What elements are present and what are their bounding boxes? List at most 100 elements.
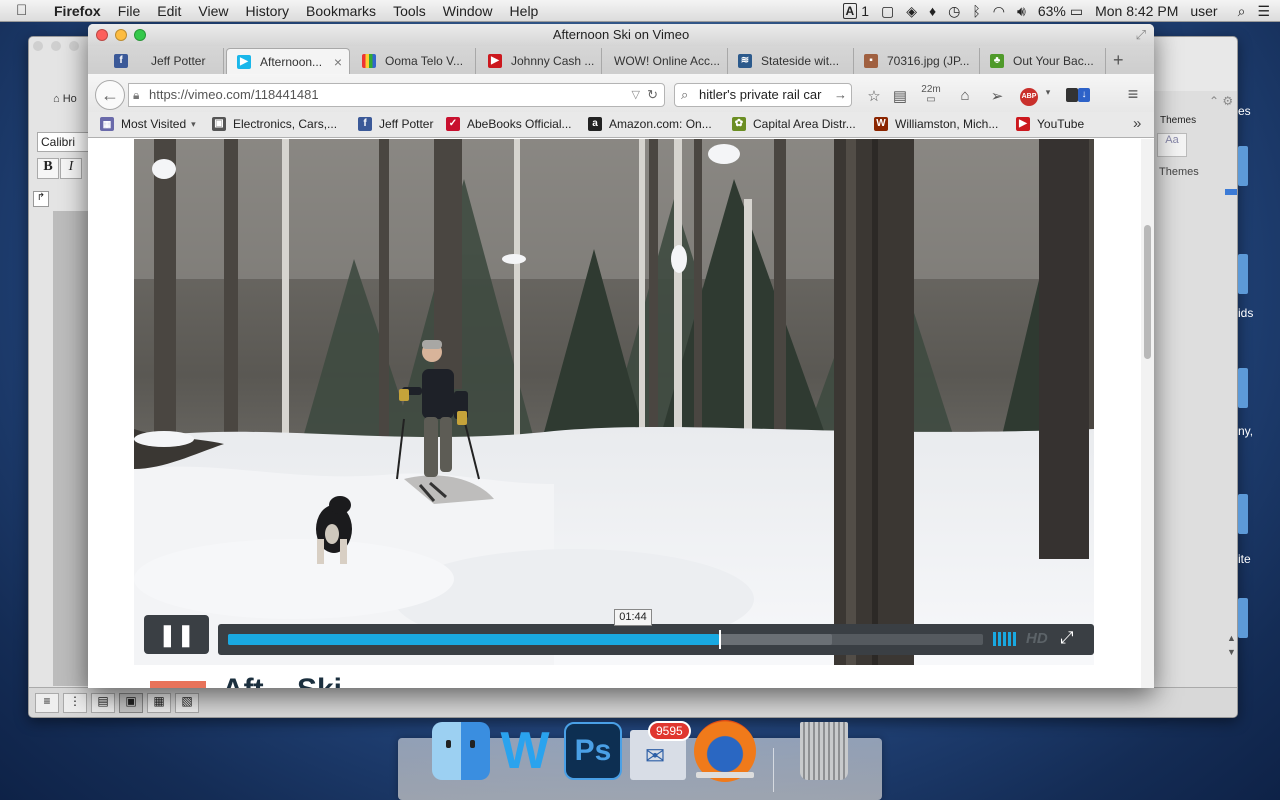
- menu-icon[interactable]: ≡: [1123, 84, 1143, 105]
- url-history-dropdown-icon[interactable]: ▽: [632, 84, 640, 106]
- home-icon[interactable]: ⌂: [955, 87, 975, 104]
- page-scrollbar-thumb[interactable]: [1144, 225, 1151, 359]
- menu-file[interactable]: File: [118, 3, 141, 19]
- layers-icon[interactable]: ◈: [906, 3, 917, 20]
- tab-out-your-back[interactable]: ♣ Out Your Bac...: [982, 48, 1106, 74]
- bookmarks-overflow-button[interactable]: »: [1133, 115, 1141, 132]
- pause-button[interactable]: ❚❚: [144, 615, 209, 654]
- title-bar[interactable]: Afternoon Ski on Vimeo ⤢: [88, 24, 1154, 46]
- reader-icon[interactable]: ▤: [890, 87, 910, 105]
- wifi-icon[interactable]: ◠: [993, 3, 1005, 20]
- bookmark-williamston[interactable]: W Williamston, Mich...: [874, 117, 998, 131]
- clock[interactable]: Mon 8:42 PM: [1095, 3, 1178, 19]
- word-view-draft-button[interactable]: ≡: [35, 693, 59, 713]
- bookmark-electronics-cars[interactable]: ▣ Electronics, Cars,...: [212, 117, 337, 131]
- word-view-notebook-button[interactable]: ▦: [147, 693, 171, 713]
- zoom-window-button[interactable]: [134, 29, 146, 41]
- word-view-print-button[interactable]: ▣: [119, 693, 143, 713]
- video-player[interactable]: ❚❚ HD ⤢ 01:44: [134, 139, 1094, 665]
- word-bold-button[interactable]: B: [37, 158, 59, 179]
- tab-close-icon[interactable]: ×: [334, 54, 342, 70]
- close-window-button[interactable]: [96, 29, 108, 41]
- back-button[interactable]: ←: [95, 80, 125, 110]
- menu-help[interactable]: Help: [510, 3, 539, 19]
- menu-view[interactable]: View: [198, 3, 228, 19]
- fullscreen-toggle-icon[interactable]: ⤢: [1136, 24, 1146, 46]
- menu-app-firefox[interactable]: Firefox: [54, 3, 101, 19]
- tab-jeff-potter[interactable]: f Jeff Potter: [106, 48, 224, 74]
- menu-bookmarks[interactable]: Bookmarks: [306, 3, 376, 19]
- bookmark-amazon[interactable]: a Amazon.com: On...: [588, 117, 712, 131]
- search-input[interactable]: ⌕ hitler's private rail car →: [674, 83, 852, 107]
- hd-toggle-button[interactable]: HD: [1026, 630, 1048, 647]
- progress-track[interactable]: [228, 630, 983, 649]
- star-icon[interactable]: ☆: [864, 87, 884, 105]
- menu-window[interactable]: Window: [443, 3, 493, 19]
- word-themes-button[interactable]: Themes: [1159, 166, 1199, 178]
- trash-icon[interactable]: [800, 722, 848, 780]
- finder-icon[interactable]: [432, 722, 490, 780]
- desktop-folder-icon[interactable]: [1238, 494, 1248, 534]
- word-icon[interactable]: W: [496, 722, 554, 780]
- word-paste-icon[interactable]: ↱: [33, 191, 49, 207]
- word-zoom-light[interactable]: [69, 41, 79, 51]
- send-icon[interactable]: ➢: [987, 87, 1007, 105]
- tab-stateside[interactable]: ≋ Stateside wit...: [730, 48, 854, 74]
- spotlight-icon[interactable]: ⌕: [1238, 3, 1246, 20]
- window-icon[interactable]: ▢: [881, 3, 894, 20]
- bookmark-capital-area[interactable]: ✿ Capital Area Distr...: [732, 117, 856, 131]
- word-view-outline-button[interactable]: ⋮: [63, 693, 87, 713]
- bookmark-most-visited[interactable]: ▦ Most Visited ▾: [100, 117, 196, 131]
- channel-avatar[interactable]: [150, 681, 206, 688]
- battery-percent[interactable]: 63%: [1038, 3, 1066, 19]
- desktop-folder-icon[interactable]: [1238, 146, 1248, 186]
- input-source-indicator[interactable]: A: [842, 3, 858, 19]
- tab-wow-online[interactable]: WOW! Online Acc...: [604, 48, 728, 74]
- word-ribbon-collapse-icon[interactable]: ⌃ ⚙: [1209, 94, 1233, 108]
- menu-edit[interactable]: Edit: [157, 3, 181, 19]
- tab-afternoon-ski[interactable]: ▶ Afternoon... ×: [226, 48, 350, 74]
- user-menu[interactable]: user: [1190, 3, 1217, 19]
- desktop-folder-icon[interactable]: [1238, 254, 1248, 294]
- timer-icon[interactable]: 22m ▭: [921, 85, 941, 105]
- menu-tools[interactable]: Tools: [393, 3, 426, 19]
- minimize-window-button[interactable]: [115, 29, 127, 41]
- word-themes-thumbnail[interactable]: Aa: [1157, 133, 1187, 157]
- volume-bars-icon[interactable]: [993, 632, 1017, 646]
- download-extension-icon[interactable]: ↓: [1078, 88, 1090, 102]
- bluetooth-icon[interactable]: ᛒ: [972, 3, 980, 19]
- word-scroll-arrows[interactable]: ▲ ▼: [1227, 631, 1236, 659]
- search-go-icon[interactable]: →: [832, 84, 847, 106]
- time-machine-icon[interactable]: ◷: [948, 3, 960, 20]
- photoshop-icon[interactable]: Ps: [564, 722, 622, 780]
- bookmark-abebooks[interactable]: ✓ AbeBooks Official...: [446, 117, 572, 131]
- desktop-folder-icon[interactable]: [1238, 598, 1248, 638]
- word-view-focus-button[interactable]: ▧: [175, 693, 199, 713]
- word-view-publishing-button[interactable]: ▤: [91, 693, 115, 713]
- extension-icon[interactable]: [1066, 88, 1078, 102]
- tab-ooma[interactable]: Ooma Telo V...: [352, 48, 476, 74]
- new-tab-button[interactable]: +: [1113, 50, 1124, 71]
- reload-icon[interactable]: ↻: [647, 84, 658, 106]
- word-italic-button[interactable]: I: [60, 158, 82, 179]
- apple-menu-icon[interactable]: : [16, 2, 38, 19]
- bookmark-jeff-potter[interactable]: f Jeff Potter: [358, 117, 433, 131]
- page-scrollbar[interactable]: [1141, 139, 1154, 688]
- bookmark-youtube[interactable]: ▶ YouTube: [1016, 117, 1084, 131]
- word-font-name-field[interactable]: Calibri: [37, 132, 89, 152]
- volume-icon[interactable]: 🔊︎: [1017, 3, 1026, 20]
- desktop-folder-icon[interactable]: [1238, 368, 1248, 408]
- progress-playhead[interactable]: [719, 630, 721, 649]
- word-close-light[interactable]: [33, 41, 43, 51]
- word-minimize-light[interactable]: [51, 41, 61, 51]
- url-bar[interactable]: 🔒︎ https://vimeo.com/118441481 ▽ ↻: [128, 83, 665, 107]
- word-home-tab[interactable]: ⌂ Ho: [53, 93, 77, 105]
- evernote-icon[interactable]: ♦: [929, 3, 936, 19]
- notification-center-icon[interactable]: ☰: [1257, 3, 1270, 20]
- adblock-icon[interactable]: ABP: [1020, 88, 1038, 106]
- tab-image-70316[interactable]: ▪ 70316.jpg (JP...: [856, 48, 980, 74]
- tab-johnny-cash[interactable]: ▶ Johnny Cash ...: [478, 48, 602, 74]
- menu-history[interactable]: History: [245, 3, 289, 19]
- battery-icon[interactable]: ▭: [1070, 3, 1083, 20]
- fullscreen-icon[interactable]: ⤢: [1060, 628, 1074, 648]
